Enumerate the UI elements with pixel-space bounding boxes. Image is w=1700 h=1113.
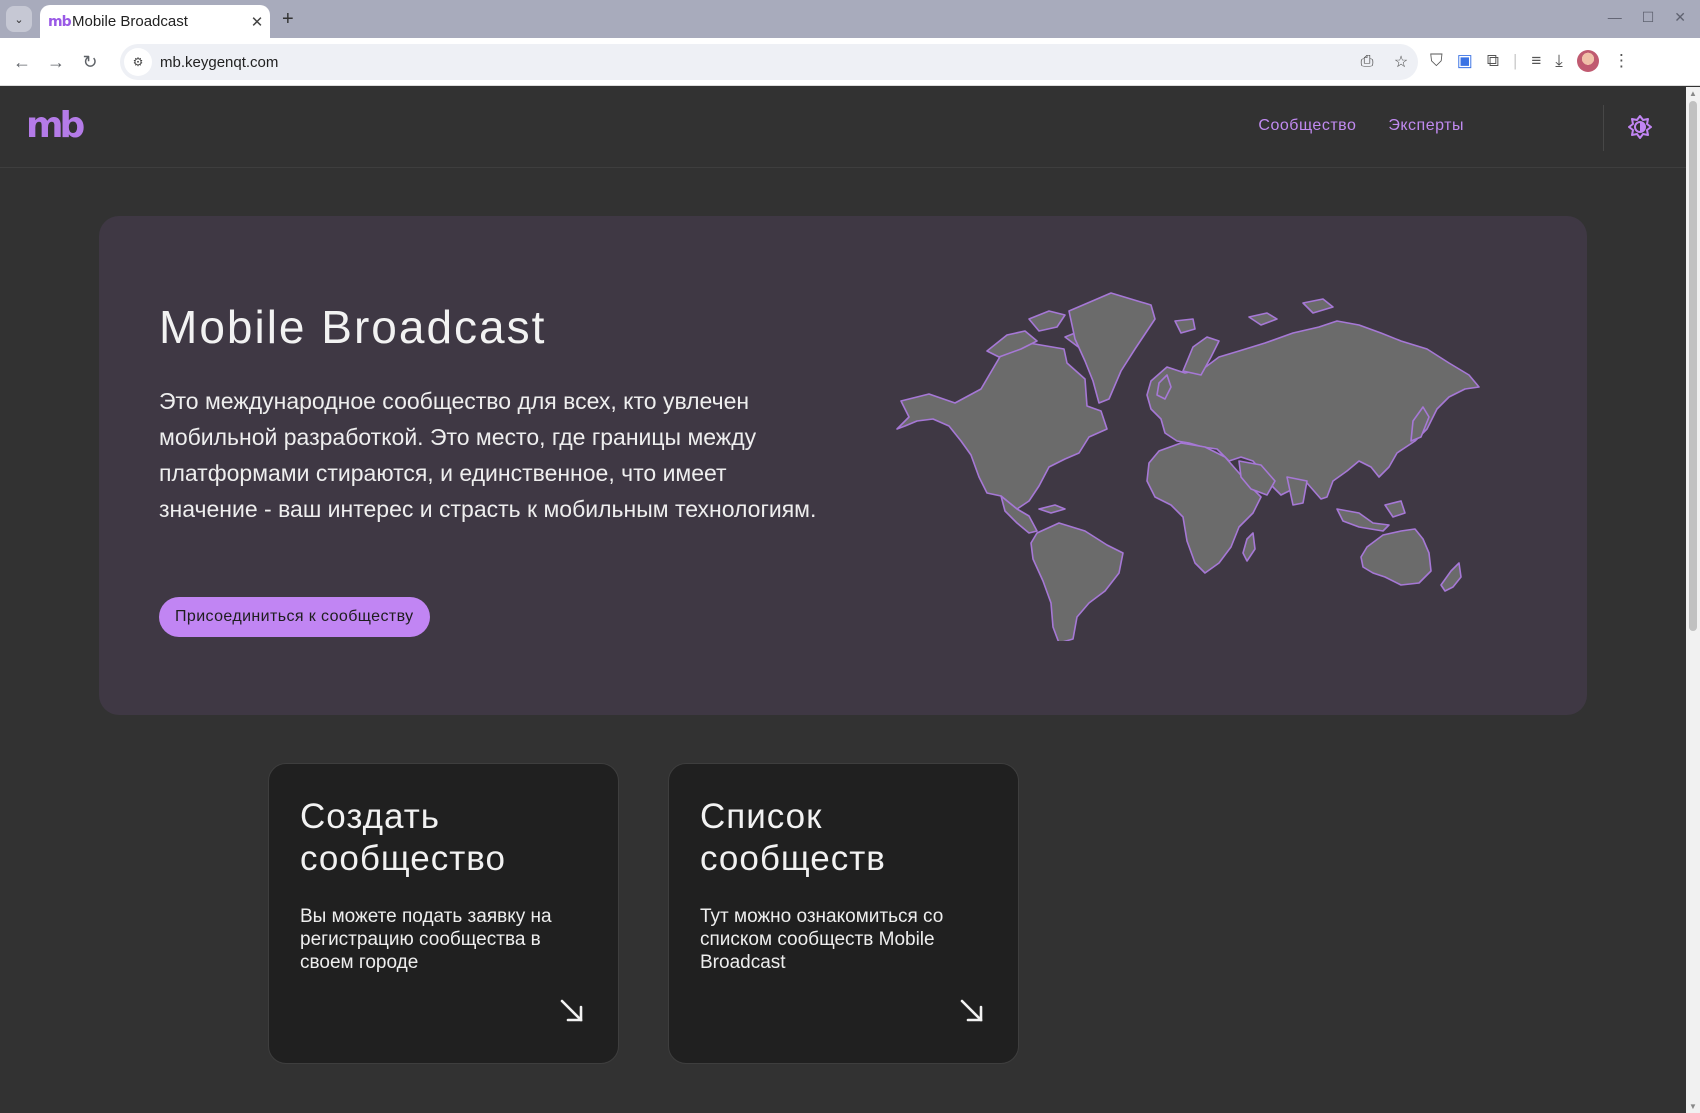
new-tab-button[interactable]: + <box>282 8 294 31</box>
page-viewport: mb Сообщество Эксперты Mobile Broadcast … <box>0 87 1686 1113</box>
window-controls: — ☐ ✕ <box>1608 9 1686 26</box>
extensions-puzzle-icon[interactable]: ⧉ <box>1487 51 1499 71</box>
reload-icon[interactable]: ↻ <box>78 50 102 74</box>
community-list-card[interactable]: Список сообществ Тут можно ознакомиться … <box>668 763 1019 1064</box>
forward-icon[interactable]: → <box>44 50 68 74</box>
profile-avatar[interactable] <box>1576 50 1599 72</box>
translate-extension-icon[interactable]: ▣ <box>1457 51 1473 71</box>
media-controls-icon[interactable]: ≡ <box>1531 51 1541 71</box>
downloads-icon[interactable]: ⤓ <box>1555 51 1563 71</box>
main-nav: Сообщество Эксперты <box>1258 117 1464 135</box>
card-description: Вы можете подать заявку на регистрацию с… <box>300 906 552 973</box>
minimize-icon[interactable]: — <box>1608 9 1622 26</box>
browser-toolbar: ← → ↻ ⚙ mb.keygenqt.com ⎙ ☆ ⛉ ▣ ⧉ | ≡ ⤓ … <box>0 38 1700 86</box>
back-icon[interactable]: ← <box>10 50 34 74</box>
toolbar-divider: | <box>1512 51 1518 70</box>
extensions-area: ⛉ ▣ ⧉ | ≡ ⤓ ⋮ <box>1430 50 1630 72</box>
arrow-down-right-icon <box>960 999 983 1022</box>
page-scrollbar[interactable]: ▲ ▼ <box>1686 87 1700 1113</box>
close-tab-icon[interactable]: ✕ <box>244 13 270 31</box>
address-bar[interactable]: ⚙ mb.keygenqt.com ⎙ ☆ <box>120 44 1418 80</box>
nav-link-experts[interactable]: Эксперты <box>1388 117 1464 135</box>
nav-divider <box>1603 105 1604 151</box>
arrow-down-right-icon <box>560 999 583 1022</box>
shield-extension-icon[interactable]: ⛉ <box>1430 51 1443 71</box>
browser-menu-icon[interactable]: ⋮ <box>1613 51 1630 71</box>
hero-banner: Mobile Broadcast Это международное сообщ… <box>99 216 1587 715</box>
favicon-icon: mb <box>48 13 72 30</box>
card-title: Список сообществ <box>700 797 886 878</box>
maximize-icon[interactable]: ☐ <box>1642 9 1655 26</box>
tab-title: Mobile Broadcast <box>72 13 188 30</box>
tab-list-button[interactable]: ⌄ <box>6 6 32 32</box>
theme-toggle-icon[interactable] <box>1627 114 1653 140</box>
browser-tab-bar: ⌄ mb Mobile Broadcast ✕ + — ☐ ✕ <box>0 0 1700 38</box>
bookmark-star-icon[interactable]: ☆ <box>1384 52 1418 72</box>
browser-tab[interactable]: mb Mobile Broadcast ✕ <box>40 5 270 38</box>
scroll-down-icon[interactable]: ▼ <box>1689 1102 1697 1111</box>
world-map-illustration <box>896 292 1480 641</box>
create-community-card[interactable]: Создать сообщество Вы можете подать заяв… <box>268 763 619 1064</box>
scrollbar-thumb[interactable] <box>1689 101 1697 631</box>
hero-description: Это международное сообщество для всех, к… <box>159 388 817 522</box>
chevron-down-icon: ⌄ <box>14 13 24 26</box>
close-window-icon[interactable]: ✕ <box>1674 9 1686 26</box>
card-description: Тут можно ознакомиться со списком сообще… <box>700 906 944 973</box>
join-community-button[interactable]: Присоединиться к сообществу <box>159 597 430 637</box>
site-logo[interactable]: mb <box>26 105 85 146</box>
scroll-up-icon[interactable]: ▲ <box>1689 89 1697 98</box>
site-header: mb Сообщество Эксперты <box>0 87 1686 168</box>
site-info-icon[interactable]: ⚙ <box>124 48 152 76</box>
card-title: Создать сообщество <box>300 797 506 878</box>
nav-link-community[interactable]: Сообщество <box>1258 117 1356 135</box>
url-text[interactable]: mb.keygenqt.com <box>160 54 1350 71</box>
hero-title: Mobile Broadcast <box>159 301 547 353</box>
install-app-icon[interactable]: ⎙ <box>1350 53 1384 71</box>
